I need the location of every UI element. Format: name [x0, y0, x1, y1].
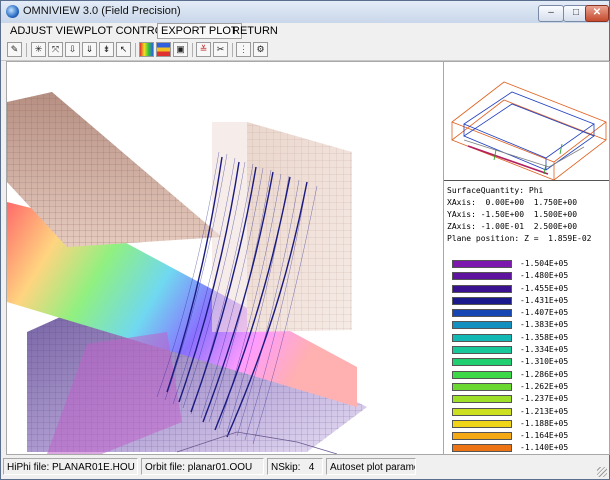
3d-plot-viewport[interactable]: [6, 61, 444, 455]
legend-entry: -1.286E+05: [452, 369, 602, 381]
legend-value: -1.310E+05: [520, 357, 569, 367]
nskip-value: 4: [308, 462, 315, 473]
legend-entry: -1.407E+05: [452, 307, 602, 319]
legend-value: -1.334E+05: [520, 345, 569, 355]
legend-value: -1.504E+05: [520, 259, 569, 268]
toolbar-separator: [26, 43, 27, 57]
side-panel: SurfaceQuantity: Phi XAxis: 0.00E+00 1.75…: [443, 61, 610, 465]
legend-swatch: [452, 407, 512, 416]
legend-swatch: [452, 382, 512, 391]
legend-entry: -1.237E+05: [452, 393, 602, 405]
legend-swatch: [452, 296, 512, 305]
rotate-x-icon[interactable]: ⇩: [65, 42, 80, 57]
status-bar: HiPhi file: PLANAR01E.HOU Orbit file: pl…: [1, 455, 609, 479]
legend-entry: -1.504E+05: [452, 258, 602, 270]
orientation-view[interactable]: [444, 62, 609, 181]
legend-entry: -1.262E+05: [452, 381, 602, 393]
legend-swatch: [452, 444, 512, 453]
legend-entry: -1.358E+05: [452, 332, 602, 344]
orientation-wireframe: [451, 81, 607, 181]
legend-swatch: [452, 395, 512, 404]
legend-swatch: [452, 346, 512, 355]
grid-toggle-icon[interactable]: ⋮: [236, 42, 251, 57]
legend-swatch: [452, 370, 512, 379]
status-hiphi-file: HiPhi file: PLANAR01E.HOU: [3, 458, 138, 475]
save-image-icon[interactable]: ▣: [173, 42, 188, 57]
plot-info: SurfaceQuantity: Phi XAxis: 0.00E+00 1.75…: [447, 185, 592, 245]
menu-bar: ADJUST VIEW PLOT CONTROL EXPORT PLOT RET…: [1, 23, 609, 40]
electrode-gap: [212, 122, 247, 332]
legend-swatch: [452, 260, 512, 268]
status-nskip: NSkip: 4: [267, 458, 323, 475]
legend-value: -1.237E+05: [520, 394, 569, 404]
legend-entry: -1.140E+05: [452, 442, 602, 454]
legend-value: -1.262E+05: [520, 381, 569, 391]
rotate-z-icon[interactable]: ⇟: [99, 42, 114, 57]
toolbar-separator: [232, 43, 233, 57]
legend-entry: -1.188E+05: [452, 418, 602, 430]
status-autoset: Autoset plot parame: [326, 458, 416, 475]
legend-swatch: [452, 358, 512, 367]
legend-entry: -1.213E+05: [452, 406, 602, 418]
toolbar-separator: [135, 43, 136, 57]
legend-swatch: [452, 321, 512, 330]
legend-value: -1.358E+05: [520, 332, 569, 342]
menu-adjust-view[interactable]: ADJUST VIEW: [7, 24, 87, 38]
app-logo-icon: [6, 5, 19, 18]
legend-value: -1.164E+05: [520, 431, 569, 441]
legend-value: -1.140E+05: [520, 443, 569, 453]
legend-entry: -1.480E+05: [452, 270, 602, 282]
legend-value: -1.455E+05: [520, 283, 569, 293]
zoom-out-icon[interactable]: ⤧: [48, 42, 63, 57]
field-surface-plot[interactable]: [7, 62, 443, 454]
info-plane-position: Plane position: Z = 1.859E-02: [447, 234, 592, 243]
rotate-y-icon[interactable]: ⇓: [82, 42, 97, 57]
legend-entry: -1.310E+05: [452, 356, 602, 368]
legend-swatch: [452, 419, 512, 428]
legend-value: -1.431E+05: [520, 295, 569, 305]
legend-entry: -1.334E+05: [452, 344, 602, 356]
legend-entry: -1.455E+05: [452, 283, 602, 295]
legend-swatch: [452, 432, 512, 441]
cut-plane-icon[interactable]: ✂: [213, 42, 228, 57]
info-xaxis: XAxis: 0.00E+00 1.750E+00: [447, 198, 578, 207]
zoom-in-icon[interactable]: ✳: [31, 42, 46, 57]
legend-swatch: [452, 309, 512, 318]
resize-grip[interactable]: [597, 467, 607, 477]
legend-entry: -1.164E+05: [452, 430, 602, 442]
legend-entry: -1.383E+05: [452, 319, 602, 331]
reset-view-icon[interactable]: ↖: [116, 42, 131, 57]
contour-bands-icon[interactable]: [156, 42, 171, 57]
legend-swatch: [452, 284, 512, 293]
legend-value: -1.188E+05: [520, 418, 569, 428]
color-legend: -1.504E+05 -1.480E+05 -1.455E+05 -1.431E+05…: [452, 258, 602, 467]
status-orbit-file: Orbit file: planar01.OOU: [141, 458, 264, 475]
settings-icon[interactable]: ⚙: [253, 42, 268, 57]
info-yaxis: YAxis: -1.50E+00 1.500E+00: [447, 210, 578, 219]
legend-value: -1.213E+05: [520, 406, 569, 416]
title-bar[interactable]: OMNIVIEW 3.0 (Field Precision) – □ ✕: [1, 1, 609, 23]
right-electrode-mesh: [247, 122, 352, 332]
orbit-color-icon[interactable]: ≚: [196, 42, 211, 57]
color-surface-icon[interactable]: [139, 42, 154, 57]
legend-entry: -1.431E+05: [452, 295, 602, 307]
window-title: OMNIVIEW 3.0 (Field Precision): [23, 5, 181, 17]
toolbar: ✎ ✳ ⤧ ⇩ ⇓ ⇟ ↖ ▣ ≚ ✂ ⋮ ⚙: [1, 40, 609, 61]
legend-value: -1.286E+05: [520, 369, 569, 379]
application-window: OMNIVIEW 3.0 (Field Precision) – □ ✕ ADJ…: [0, 0, 610, 480]
nskip-label: NSkip:: [271, 462, 301, 473]
legend-value: -1.383E+05: [520, 320, 569, 330]
legend-value: -1.480E+05: [520, 271, 569, 281]
info-zaxis: ZAxis: -1.00E-01 2.500E+00: [447, 222, 578, 231]
legend-value: -1.407E+05: [520, 308, 569, 318]
menu-return[interactable]: RETURN: [229, 24, 281, 38]
close-button[interactable]: ✕: [585, 5, 609, 22]
info-surface-quantity: SurfaceQuantity: Phi: [447, 186, 544, 195]
minimize-button[interactable]: –: [538, 5, 564, 22]
pencil-icon[interactable]: ✎: [7, 42, 22, 57]
toolbar-separator: [192, 43, 193, 57]
legend-swatch: [452, 333, 512, 342]
legend-swatch: [452, 272, 512, 281]
